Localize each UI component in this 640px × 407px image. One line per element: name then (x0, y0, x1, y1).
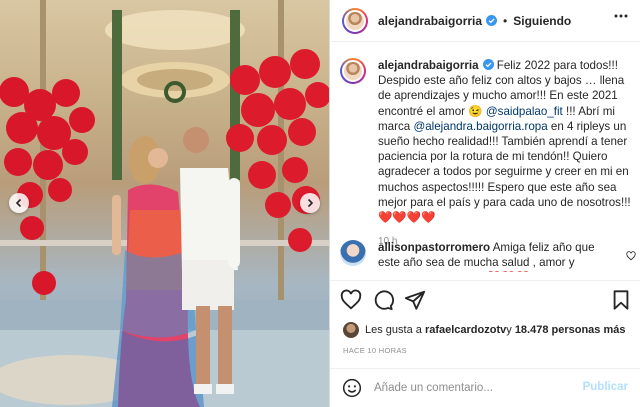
comment-icon[interactable] (372, 289, 394, 311)
commenter-username[interactable]: allisonpastorromero (378, 241, 490, 254)
author-username[interactable]: alejandrabaigorria (378, 14, 482, 28)
post-caption: alejandrabaigorria Feliz 2022 para todos… (340, 58, 636, 247)
heart-icon[interactable] (340, 289, 362, 311)
emoji-icon[interactable] (342, 378, 362, 398)
caption-author-avatar[interactable] (340, 58, 366, 84)
likes-middle: y (506, 324, 512, 336)
photo-scene (0, 0, 329, 407)
chevron-left-icon (15, 198, 22, 208)
next-photo-button[interactable] (300, 193, 320, 213)
more-options-icon[interactable] (614, 14, 628, 18)
actions-divider (330, 280, 640, 281)
add-comment-bar: Publicar (330, 368, 640, 407)
likes-prefix: Les gusta a (365, 324, 422, 336)
likes-count[interactable]: 18.478 personas más (515, 324, 626, 336)
caption-username[interactable]: alejandrabaigorria (378, 59, 479, 72)
caption-line-4: en 4 ripleys un sueño hecho realidad!!! … (378, 119, 631, 225)
liker-avatar[interactable] (343, 322, 359, 338)
mention-saidpalao[interactable]: @saidpalao_fit (486, 105, 563, 118)
caption-line-1: Feliz 2022 para todos!!! (493, 59, 618, 72)
previous-photo-button[interactable] (9, 193, 29, 213)
likes-summary: Les gusta a rafaelcardozotv y 18.478 per… (343, 322, 626, 338)
caption-text: alejandrabaigorria Feliz 2022 para todos… (378, 58, 636, 225)
comment-text: allisonpastorromero Amiga feliz año que … (378, 240, 610, 272)
bookmark-icon[interactable] (610, 289, 632, 311)
chevron-right-icon (307, 198, 314, 208)
header-separator: • (503, 13, 508, 28)
post-header: alejandrabaigorria • Siguiendo (330, 0, 640, 42)
share-icon[interactable] (404, 289, 426, 311)
post-photo[interactable] (0, 0, 329, 407)
commenter-avatar[interactable] (340, 240, 366, 266)
comment-item: allisonpastorromero Amiga feliz año que … (340, 240, 636, 272)
comment-input[interactable] (374, 381, 574, 394)
mention-brand[interactable]: @alejandra.baigorria.ropa (413, 120, 547, 133)
author-avatar[interactable] (342, 7, 368, 34)
verified-badge-icon (486, 15, 498, 26)
verified-badge-icon (482, 59, 494, 70)
comment-like-icon[interactable] (626, 251, 636, 261)
liker-username[interactable]: rafaelcardozotv (425, 324, 506, 336)
post-details-panel: alejandrabaigorria • Siguiendo alejandra… (330, 0, 640, 407)
publish-button[interactable]: Publicar (583, 381, 628, 393)
action-bar (340, 289, 632, 311)
following-button[interactable]: Siguiendo (513, 14, 571, 28)
